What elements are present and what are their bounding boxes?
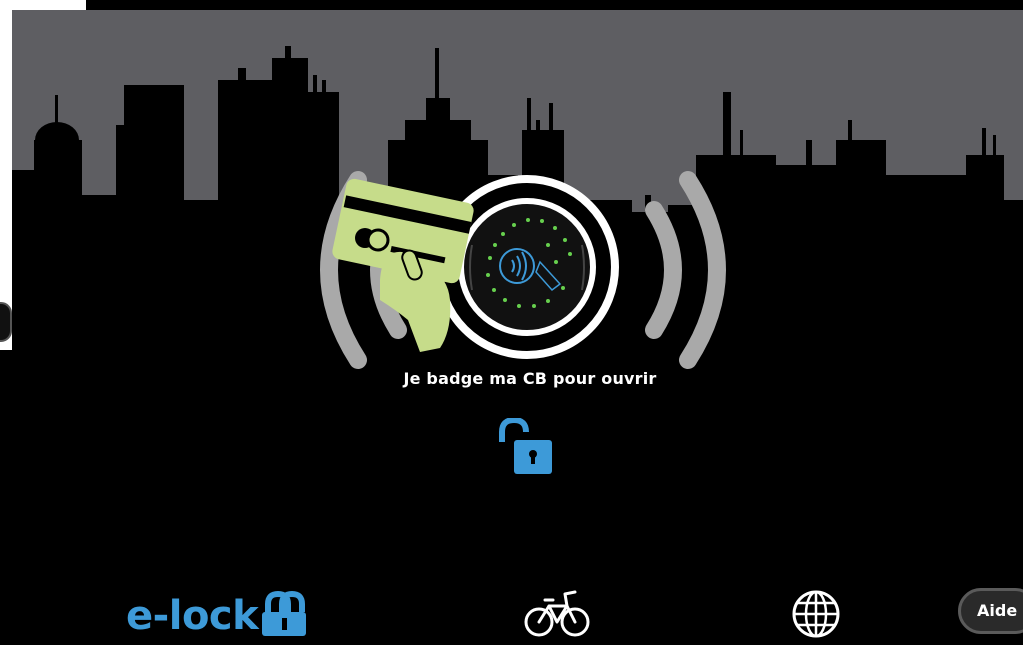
nfc-reader-illustration [320,171,726,369]
globe-icon[interactable] [790,588,842,640]
unlocked-padlock-icon [499,418,552,474]
logo-padlock-icon [262,590,307,636]
nfc-wave-right-outer [679,171,726,369]
e-lock-logo: e-lock [126,588,308,638]
help-button-label: Aide [977,601,1018,620]
logo-text: e-lock [126,593,259,639]
kiosk-screen: h Je badge ma CB pour ouvrir e-lock Aide [0,0,1023,645]
nfc-wave-right-inner [645,201,682,339]
bike-icon[interactable] [523,588,595,640]
help-button[interactable]: Aide [958,588,1023,634]
badge-instruction: Je badge ma CB pour ouvrir [403,369,657,388]
